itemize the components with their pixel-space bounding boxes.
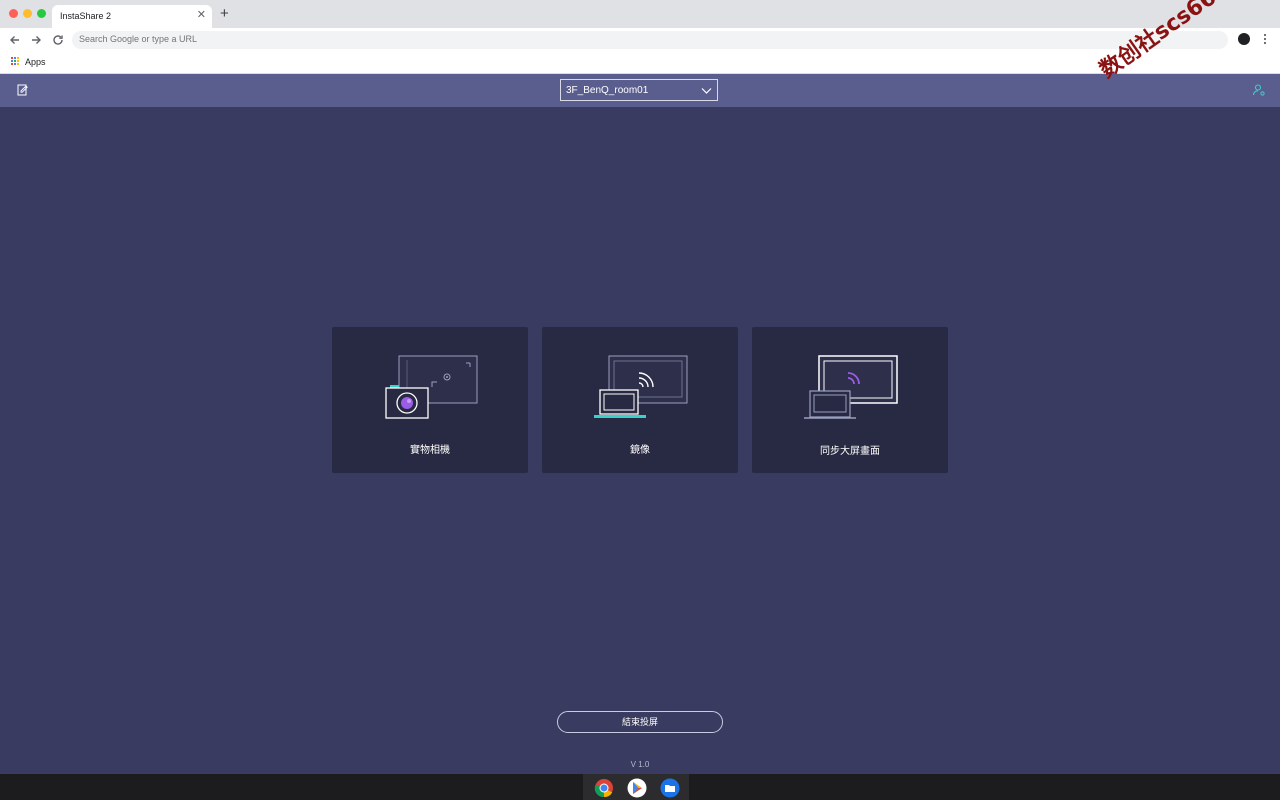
chrome-icon[interactable] bbox=[594, 778, 614, 798]
sync-display-icon bbox=[804, 355, 898, 419]
reload-icon[interactable] bbox=[51, 33, 65, 47]
profile-avatar[interactable] bbox=[1238, 33, 1250, 45]
close-window-button[interactable] bbox=[9, 9, 18, 18]
version-label: V 1.0 bbox=[630, 760, 650, 769]
card-label: 同步大屏畫面 bbox=[820, 446, 880, 457]
stop-casting-button[interactable]: 結束投屏 bbox=[557, 711, 723, 733]
tab-title: InstaShare 2 bbox=[60, 11, 112, 21]
address-bar[interactable] bbox=[72, 31, 1228, 49]
apps-grid-icon[interactable] bbox=[11, 57, 20, 66]
bookmarks-bar: Apps bbox=[0, 53, 1280, 74]
new-tab-button[interactable]: + bbox=[220, 6, 229, 22]
apps-bookmark[interactable]: Apps bbox=[25, 57, 46, 67]
sync-display-card[interactable]: 同步大屏畫面 bbox=[752, 327, 948, 473]
forward-icon[interactable] bbox=[29, 33, 43, 47]
tab-close-icon[interactable]: ✕ bbox=[197, 9, 206, 21]
address-input[interactable] bbox=[79, 34, 1079, 44]
room-selector[interactable]: 3F_BenQ_room01 bbox=[560, 79, 718, 101]
app-header: 3F_BenQ_room01 bbox=[0, 74, 1280, 107]
document-camera-icon bbox=[385, 355, 478, 419]
files-icon[interactable] bbox=[660, 778, 680, 798]
mirroring-card[interactable]: 鏡像 bbox=[542, 327, 738, 473]
browser-tab-bar: InstaShare 2 ✕ + bbox=[0, 0, 1280, 28]
browser-toolbar bbox=[0, 28, 1280, 53]
maximize-window-button[interactable] bbox=[37, 9, 46, 18]
menu-icon[interactable] bbox=[1262, 32, 1268, 46]
document-camera-card[interactable]: 實物相機 bbox=[332, 327, 528, 473]
room-selector-value: 3F_BenQ_room01 bbox=[566, 85, 649, 96]
user-settings-icon[interactable] bbox=[1252, 83, 1266, 97]
play-store-icon[interactable] bbox=[627, 778, 647, 798]
browser-tab[interactable]: InstaShare 2 ✕ bbox=[52, 5, 212, 28]
card-label: 實物相機 bbox=[410, 445, 450, 456]
chevron-down-icon bbox=[701, 88, 712, 94]
edit-icon[interactable] bbox=[16, 83, 30, 97]
minimize-window-button[interactable] bbox=[23, 9, 32, 18]
mirroring-icon bbox=[594, 355, 688, 418]
back-icon[interactable] bbox=[8, 33, 22, 47]
card-label: 鏡像 bbox=[630, 445, 650, 456]
